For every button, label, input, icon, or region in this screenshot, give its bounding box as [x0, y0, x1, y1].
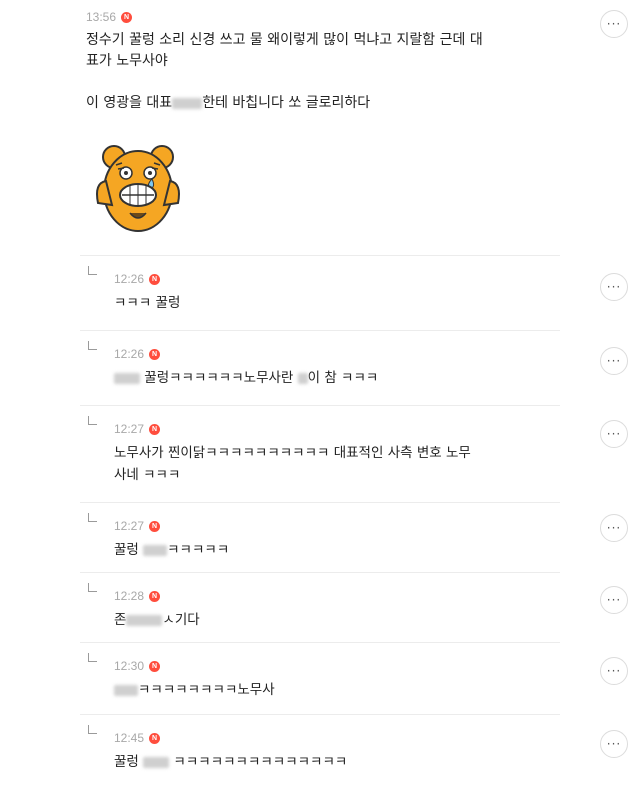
reply-time: 12:30	[114, 659, 145, 673]
new-badge: N	[149, 423, 161, 435]
redacted-text	[114, 684, 138, 696]
comment-line: 이 영광을 대표	[86, 95, 173, 111]
reply-arrow-icon	[88, 341, 97, 350]
reply-item: 12:30 N ㅋㅋㅋㅋㅋㅋㅋㅋ노무사	[80, 642, 560, 715]
reply-text-part: 사네 ㅋㅋㅋ	[114, 467, 181, 483]
comment-text: 정수기 꿀렁 소리 신경 쓰고 물 왜이렇게 많이 먹냐고 지랄함 근데 대표가…	[86, 30, 526, 114]
reply-item: 12:26 N ㅋㅋㅋ 꿀렁	[80, 255, 560, 331]
more-options-button[interactable]: ···	[600, 10, 628, 38]
reply-item: 12:28 N 존 ㅅ기다	[80, 572, 560, 643]
reply-text-part: 노무사가 찐이닭ㅋㅋㅋㅋㅋㅋㅋㅋㅋㅋ 대표적인 사측 변호 노무	[114, 445, 471, 461]
reply-text: 노무사가 찐이닭ㅋㅋㅋㅋㅋㅋㅋㅋㅋㅋ 대표적인 사측 변호 노무사네 ㅋㅋㅋ	[114, 442, 534, 486]
reply-text-part: 이 참 ㅋㅋㅋ	[307, 370, 379, 386]
reply-arrow-icon	[88, 513, 97, 522]
reply-arrow-icon	[88, 725, 97, 734]
more-options-button[interactable]: ···	[600, 586, 628, 614]
more-options-button[interactable]: ···	[600, 514, 628, 542]
reply-text-part: 꿀렁	[114, 754, 144, 770]
new-badge: N	[149, 520, 161, 532]
reply-text-part: 꿀렁ㅋㅋㅋㅋㅋㅋ노무사란	[140, 370, 298, 386]
reply-time: 12:28	[114, 589, 145, 603]
reply-text-part: ㅋㅋㅋㅋㅋ	[167, 542, 230, 558]
redacted-text	[297, 372, 308, 384]
comment-line: 정수기 꿀렁 소리 신경 쓰고 물 왜이렇게 많이 먹냐고 지랄함 근데 대	[86, 32, 483, 48]
more-options-button[interactable]: ···	[600, 657, 628, 685]
main-comment: 13:56 N 정수기 꿀렁 소리 신경 쓰고 물 왜이렇게 많이 먹냐고 지랄…	[86, 10, 526, 114]
reply-text: 꿀렁 ㅋㅋㅋㅋㅋㅋㅋㅋㅋㅋㅋㅋㅋㅋ	[114, 751, 514, 773]
reply-item: 12:27 N 노무사가 찐이닭ㅋㅋㅋㅋㅋㅋㅋㅋㅋㅋ 대표적인 사측 변호 노무사…	[80, 405, 560, 503]
reply-time: 12:27	[114, 422, 145, 436]
bear-sticker-icon	[96, 145, 180, 232]
reply-text-part: ㅅ기다	[162, 612, 200, 628]
new-badge: N	[149, 590, 161, 602]
reply-text: 꿀렁ㅋㅋㅋㅋㅋㅋ노무사란 이 참 ㅋㅋㅋ	[114, 367, 514, 389]
reply-arrow-icon	[88, 266, 97, 275]
more-options-button[interactable]: ···	[600, 730, 628, 758]
reply-time: 12:26	[114, 347, 145, 361]
redacted-text	[143, 756, 170, 768]
new-badge: N	[149, 273, 161, 285]
new-badge: N	[149, 732, 161, 744]
reply-time: 12:27	[114, 519, 145, 533]
bear-sticker	[92, 143, 188, 243]
reply-text: ㅋㅋㅋㅋㅋㅋㅋㅋ노무사	[114, 679, 514, 701]
redacted-text	[143, 544, 168, 556]
more-options-button[interactable]: ···	[600, 347, 628, 375]
reply-text: 존 ㅅ기다	[114, 609, 514, 631]
reply-text-part: 꿀렁	[114, 542, 144, 558]
reply-text: 꿀렁 ㅋㅋㅋㅋㅋ	[114, 539, 514, 561]
reply-item: 12:45 N 꿀렁 ㅋㅋㅋㅋㅋㅋㅋㅋㅋㅋㅋㅋㅋㅋ	[80, 714, 560, 787]
new-badge: N	[149, 660, 161, 672]
reply-text-part: 존	[114, 612, 127, 628]
reply-text-part: ㅋㅋㅋㅋㅋㅋㅋㅋ노무사	[138, 682, 275, 698]
reply-time: 12:45	[114, 731, 145, 745]
redacted-text	[172, 97, 203, 109]
comment-meta: 13:56 N	[86, 10, 526, 24]
reply-item: 12:26 N 꿀렁ㅋㅋㅋㅋㅋㅋ노무사란 이 참 ㅋㅋㅋ	[80, 330, 560, 406]
reply-arrow-icon	[88, 583, 97, 592]
reply-text: ㅋㅋㅋ 꿀렁	[114, 295, 181, 311]
comment-line: 한테 바칩니다 쏘 글로리하다	[202, 95, 371, 111]
comment-line: 표가 노무사야	[86, 53, 168, 69]
new-badge: N	[149, 348, 161, 360]
reply-time: 12:26	[114, 272, 145, 286]
reply-text-part: ㅋㅋㅋㅋㅋㅋㅋㅋㅋㅋㅋㅋㅋㅋ	[169, 754, 348, 770]
redacted-text	[126, 614, 163, 626]
reply-item: 12:27 N 꿀렁 ㅋㅋㅋㅋㅋ	[80, 502, 560, 573]
new-badge: N	[121, 11, 133, 23]
redacted-text	[114, 372, 140, 384]
more-options-button[interactable]: ···	[600, 273, 628, 301]
reply-arrow-icon	[88, 416, 97, 425]
reply-arrow-icon	[88, 653, 97, 662]
more-options-button[interactable]: ···	[600, 420, 628, 448]
comment-time: 13:56	[86, 10, 117, 24]
